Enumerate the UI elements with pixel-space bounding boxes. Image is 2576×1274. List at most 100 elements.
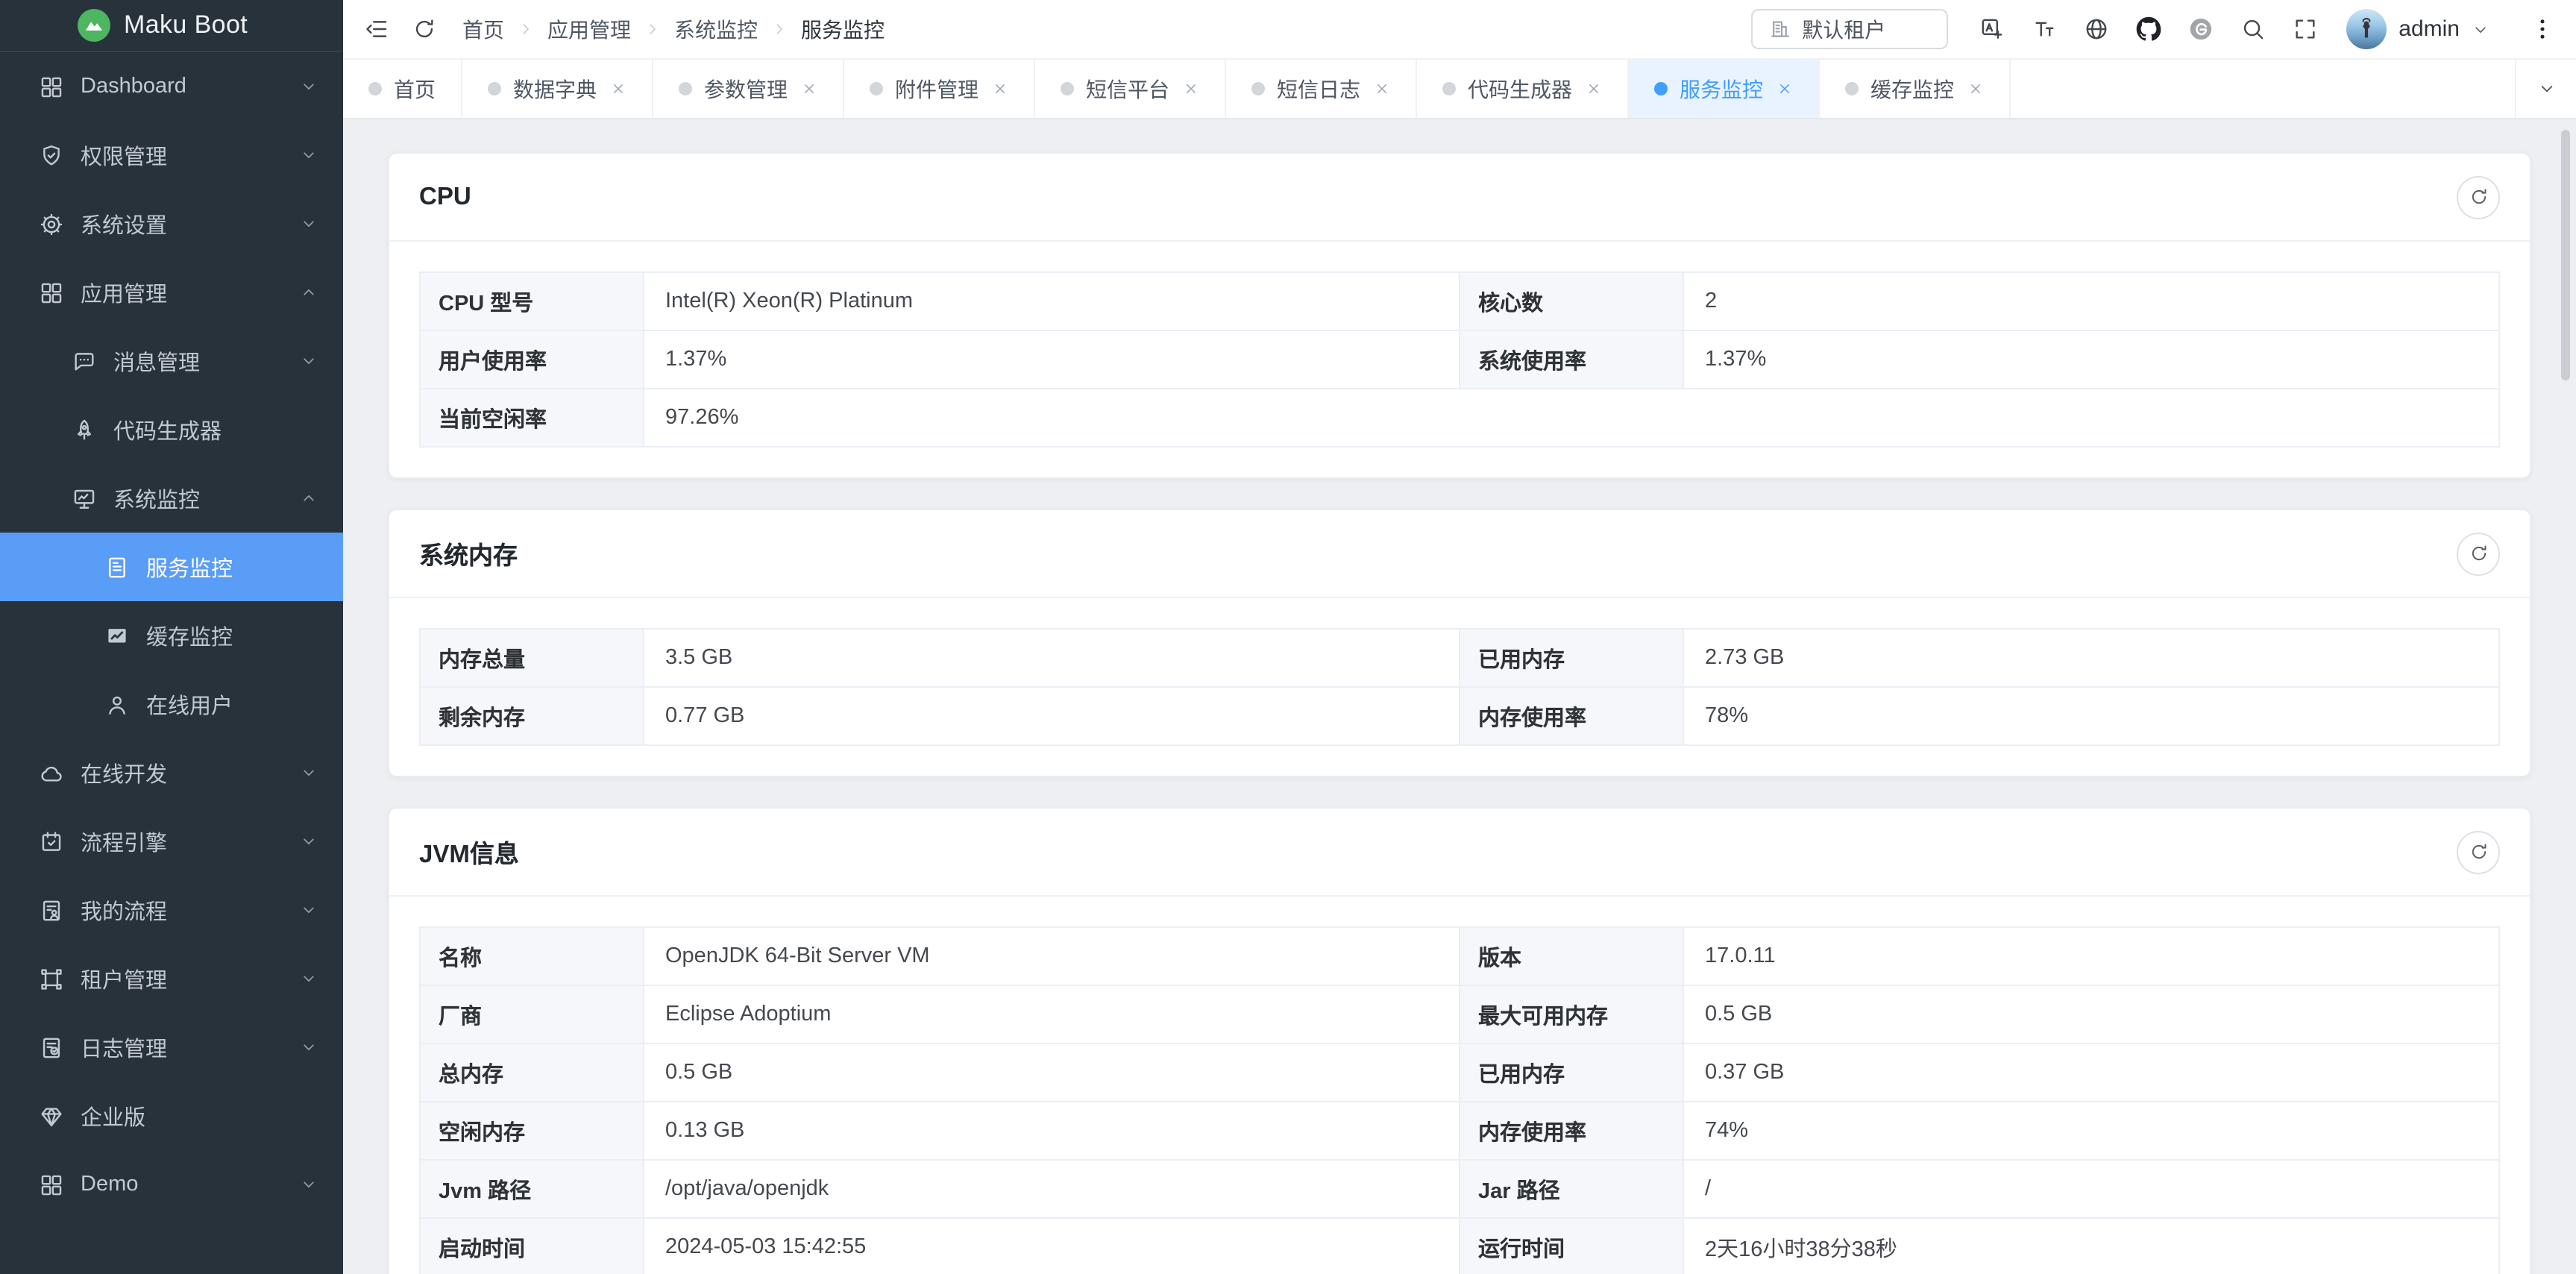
desc-value: 17.0.11	[1683, 927, 2499, 985]
tab-close-icon	[1183, 81, 1199, 97]
fullscreen-icon[interactable]	[2290, 14, 2319, 44]
tab-list-dropdown-button[interactable]	[2515, 60, 2576, 118]
tab-close-icon	[610, 81, 626, 97]
desc-value: 97.26%	[644, 389, 2499, 447]
sidebar-item-cache-monitor[interactable]: 缓存监控	[0, 601, 343, 670]
card-header: CPU	[389, 154, 2530, 242]
tab-close-icon	[801, 81, 817, 97]
desc-label: CPU 型号	[420, 272, 644, 330]
desc-value: 0.13 GB	[644, 1102, 1460, 1160]
sidebar-item-system-monitor[interactable]: 系统监控	[0, 464, 343, 533]
desc-label: 启动时间	[420, 1218, 644, 1274]
breadcrumb-item[interactable]: 系统监控	[674, 14, 758, 44]
tab-6[interactable]: 代码生成器	[1417, 60, 1629, 118]
card-body: CPU 型号Intel(R) Xeon(R) Platinum核心数2用户使用率…	[389, 242, 2530, 477]
desc-label: 内存使用率	[1460, 1102, 1683, 1160]
card-cpu: CPUCPU 型号Intel(R) Xeon(R) Platinum核心数2用户…	[388, 152, 2531, 479]
sidebar-item-my-flows[interactable]: 我的流程	[0, 876, 343, 944]
user-menu[interactable]: admin	[2346, 9, 2489, 49]
sidebar-item-service-monitor[interactable]: 服务监控	[0, 533, 343, 601]
table-row: Jvm 路径/opt/java/openjdkJar 路径/	[420, 1160, 2499, 1218]
tab-close-icon	[992, 81, 1008, 97]
sidebar-item-enterprise[interactable]: 企业版	[0, 1082, 343, 1150]
user-icon	[104, 691, 130, 717]
topbar-actions: 默认租户 admin	[1751, 9, 2557, 49]
table-row: 内存总量3.5 GB已用内存2.73 GB	[420, 629, 2499, 687]
building-icon	[1769, 18, 1791, 40]
sidebar-item-online-dev[interactable]: 在线开发	[0, 738, 343, 807]
sidebar-item-dashboard[interactable]: Dashboard	[0, 52, 343, 121]
sidebar-item-app-management[interactable]: 应用管理	[0, 258, 343, 327]
sidebar-item-log-mgmt[interactable]: 日志管理	[0, 1013, 343, 1082]
tab-1[interactable]: 数据字典	[462, 60, 653, 118]
desc-label: 已用内存	[1460, 1044, 1683, 1102]
tab-4[interactable]: 短信平台	[1035, 60, 1226, 118]
content-area: CPUCPU 型号Intel(R) Xeon(R) Platinum核心数2用户…	[343, 119, 2576, 1274]
card-refresh-button[interactable]	[2457, 175, 2500, 219]
sidebar-item-workflow-engine[interactable]: 流程引擎	[0, 807, 343, 876]
tab-dot	[1442, 82, 1456, 95]
sidebar-item-label: 权限管理	[81, 139, 167, 171]
app-root: Maku Boot Dashboard权限管理系统设置应用管理消息管理代码生成器…	[0, 0, 2576, 1274]
sidebar-item-system-settings[interactable]: 系统设置	[0, 189, 343, 258]
sidebar-item-permission[interactable]: 权限管理	[0, 121, 343, 189]
grid-icon	[39, 1172, 64, 1197]
sidebar-item-label: 系统设置	[81, 208, 167, 239]
more-options-icon[interactable]	[2527, 14, 2557, 44]
sidebar-item-online-users[interactable]: 在线用户	[0, 670, 343, 738]
sidebar-item-message[interactable]: 消息管理	[0, 327, 343, 395]
table-row: CPU 型号Intel(R) Xeon(R) Platinum核心数2	[420, 272, 2499, 330]
card-refresh-button[interactable]	[2457, 830, 2500, 873]
rocket-icon	[72, 417, 97, 442]
chevron-down-icon	[300, 970, 318, 988]
card-body: 内存总量3.5 GB已用内存2.73 GB剩余内存0.77 GB内存使用率78%	[389, 598, 2530, 776]
tenant-label: 默认租户	[1802, 14, 1885, 44]
sidebar-item-label: 在线用户	[146, 688, 233, 720]
sidebar-item-tenant-mgmt[interactable]: 租户管理	[0, 944, 343, 1013]
tab-0[interactable]: 首页	[343, 60, 462, 118]
language-globe-icon[interactable]	[2081, 14, 2111, 44]
doc-icon	[104, 554, 130, 580]
gitee-icon[interactable]	[2185, 14, 2215, 44]
description-table: 内存总量3.5 GB已用内存2.73 GB剩余内存0.77 GB内存使用率78%	[419, 628, 2500, 746]
card-refresh-button[interactable]	[2457, 532, 2500, 575]
desc-label: 系统使用率	[1460, 330, 1683, 389]
breadcrumb-item: 服务监控	[801, 14, 885, 44]
sidebar-item-demo[interactable]: Demo	[0, 1150, 343, 1219]
desc-label: 用户使用率	[420, 330, 644, 389]
grid-icon	[39, 74, 64, 99]
table-row: 名称OpenJDK 64-Bit Server VM版本17.0.11	[420, 927, 2499, 985]
page-refresh-button[interactable]	[409, 14, 439, 44]
tab-3[interactable]: 附件管理	[844, 60, 1035, 118]
translate-icon[interactable]	[1976, 14, 2006, 44]
doccheck-icon	[39, 1035, 64, 1060]
main-column: 首页应用管理系统监控服务监控 默认租户 admin	[343, 0, 2576, 1274]
sidebar-item-label: 日志管理	[81, 1032, 167, 1063]
desc-value: 0.77 GB	[644, 687, 1460, 745]
sidebar-item-label: 我的流程	[81, 894, 167, 926]
cloud-icon	[39, 760, 64, 785]
sidebar-collapse-button[interactable]	[361, 14, 391, 44]
tab-5[interactable]: 短信日志	[1226, 60, 1417, 118]
tab-close-icon	[1777, 81, 1793, 97]
tab-7[interactable]: 服务监控	[1629, 60, 1820, 118]
table-row: 总内存0.5 GB已用内存0.37 GB	[420, 1044, 2499, 1102]
chevron-down-icon	[300, 832, 318, 850]
breadcrumb-item[interactable]: 首页	[462, 14, 504, 44]
font-size-icon[interactable]	[2029, 14, 2058, 44]
sidebar-item-codegen[interactable]: 代码生成器	[0, 395, 343, 464]
breadcrumb-item[interactable]: 应用管理	[547, 14, 631, 44]
tab-close-icon	[1374, 81, 1390, 97]
vertical-scrollbar-thumb[interactable]	[2561, 130, 2570, 380]
search-icon[interactable]	[2237, 14, 2267, 44]
tenant-select[interactable]: 默认租户	[1751, 9, 1948, 49]
topbar: 首页 应用管理 系统监控 服务监控 默认租户 admin	[343, 0, 2576, 58]
table-row: 用户使用率1.37%系统使用率1.37%	[420, 330, 2499, 389]
github-icon[interactable]	[2133, 14, 2163, 44]
tab-8[interactable]: 缓存监控	[1820, 60, 2011, 118]
sidebar: Maku Boot Dashboard权限管理系统设置应用管理消息管理代码生成器…	[0, 0, 343, 1274]
tab-close-icon	[1967, 81, 1984, 97]
tab-label: 缓存监控	[1870, 74, 1954, 104]
diamond-icon	[39, 1103, 64, 1129]
tab-2[interactable]: 参数管理	[653, 60, 844, 118]
